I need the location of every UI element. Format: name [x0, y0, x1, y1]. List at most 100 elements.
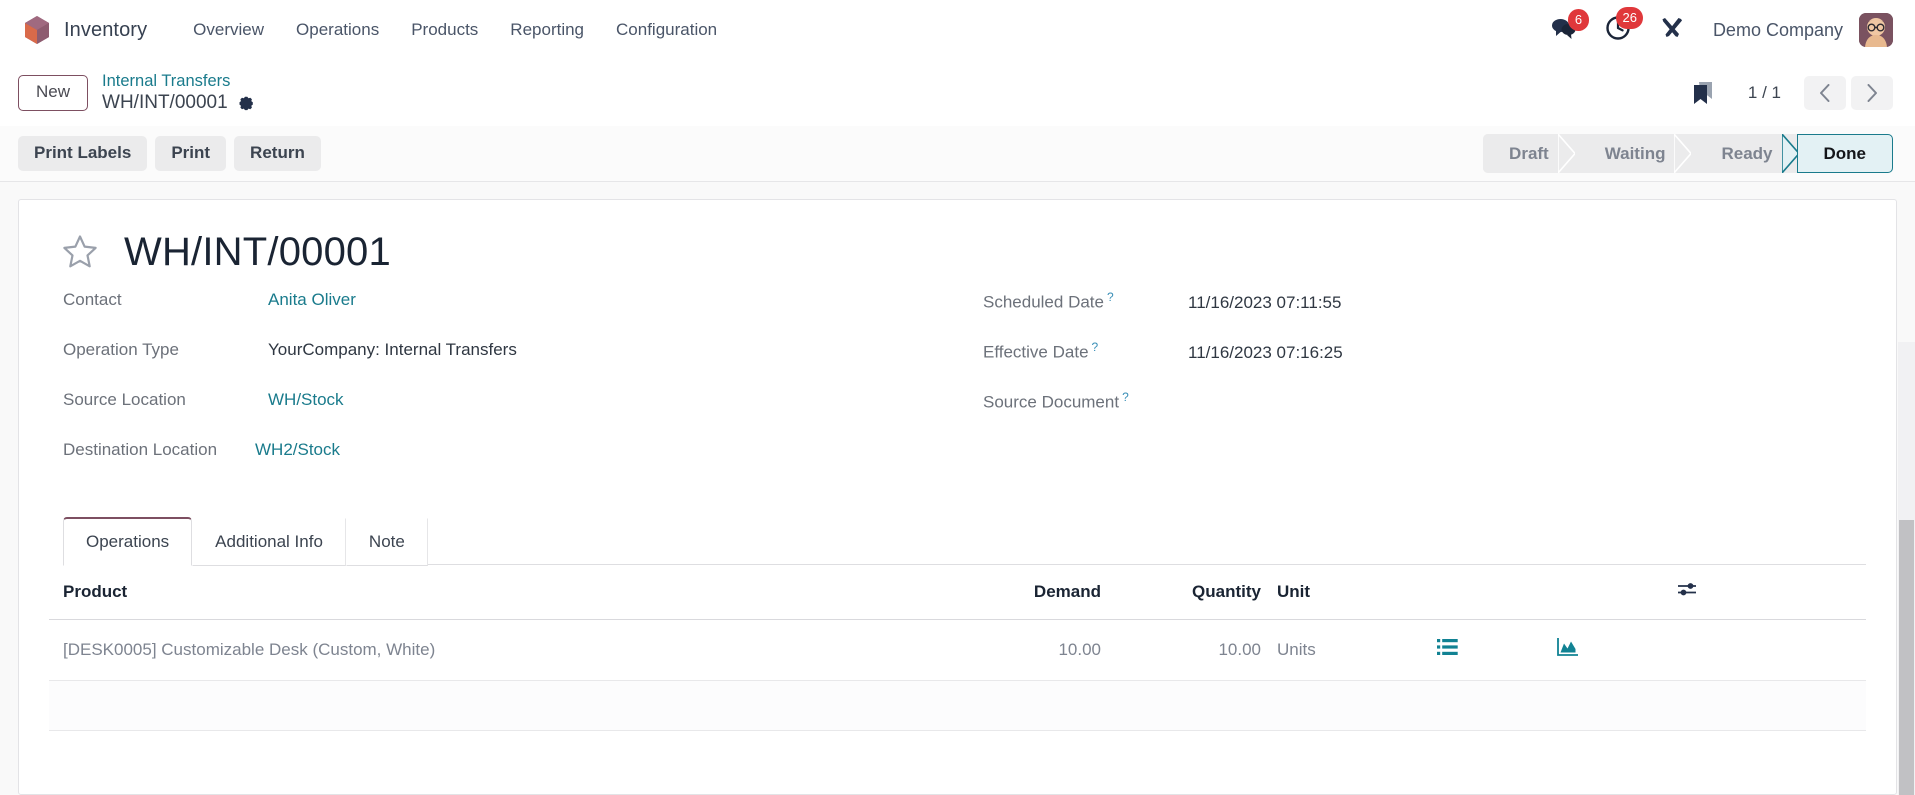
field-effective-date-value[interactable]: 11/16/2023 07:16:25 — [1188, 343, 1343, 363]
form-sheet: WH/INT/00001 Contact Anita Oliver Operat… — [18, 199, 1897, 795]
operations-table: Product Demand Quantity Unit [DESK0005] … — [49, 565, 1866, 731]
breadcrumb: Internal Transfers WH/INT/00001 — [102, 72, 254, 115]
table-empty-row — [49, 680, 1866, 731]
help-tooltip-icon[interactable]: ? — [1122, 390, 1129, 404]
column-header-quantity[interactable]: Quantity — [1109, 565, 1269, 620]
control-panel-actions: Print Labels Print Return Draft Waiting — [0, 126, 1915, 182]
menu-item-reporting[interactable]: Reporting — [494, 14, 600, 46]
vertical-scrollbar[interactable] — [1898, 342, 1915, 795]
return-button[interactable]: Return — [234, 135, 321, 172]
print-button[interactable]: Print — [155, 135, 227, 172]
field-source-document-label: Source Document? — [983, 390, 1188, 413]
form-viewport: WH/INT/00001 Contact Anita Oliver Operat… — [0, 182, 1915, 795]
status-waiting-label: Waiting — [1604, 143, 1666, 163]
form-fields: Contact Anita Oliver Operation Type Your… — [49, 290, 1866, 490]
cell-forecast-report[interactable] — [1549, 619, 1669, 681]
cell-row-end — [1669, 619, 1866, 681]
chevron-right-icon — [1866, 84, 1878, 102]
cell-demand[interactable]: 10.00 — [949, 619, 1109, 681]
field-operation-type-label: Operation Type — [63, 340, 179, 359]
menu-item-operations[interactable]: Operations — [280, 14, 395, 46]
menu-item-configuration[interactable]: Configuration — [600, 14, 733, 46]
control-panel-breadcrumb: New Internal Transfers WH/INT/00001 1 / … — [0, 60, 1915, 126]
breadcrumb-parent-link[interactable]: Internal Transfers — [102, 72, 254, 91]
column-header-unit[interactable]: Unit — [1269, 565, 1429, 620]
notebook-tabs: Operations Additional Info Note — [49, 516, 1866, 566]
list-icon — [1437, 638, 1458, 656]
messages-badge: 6 — [1567, 8, 1589, 31]
field-scheduled-date: Scheduled Date? 11/16/2023 07:11:55 — [983, 290, 1866, 340]
field-destination-location-value[interactable]: WH2/Stock — [255, 440, 340, 460]
status-ready[interactable]: Ready — [1691, 134, 1800, 173]
main-menu: Overview Operations Products Reporting C… — [177, 14, 733, 46]
sliders-icon — [1677, 581, 1697, 597]
help-tooltip-icon[interactable]: ? — [1107, 290, 1114, 304]
cell-unit[interactable]: Units — [1269, 619, 1429, 681]
status-bar: Draft Waiting Ready Done — [1483, 134, 1893, 173]
status-done[interactable]: Done — [1796, 134, 1893, 173]
activities-button[interactable]: 26 — [1591, 6, 1645, 50]
star-outline-icon[interactable] — [61, 233, 99, 271]
breadcrumb-right: 1 / 1 — [1692, 76, 1893, 110]
tools-icon — [1659, 15, 1685, 46]
field-contact: Contact Anita Oliver — [63, 290, 983, 340]
field-source-location: Source Location WH/Stock — [63, 390, 983, 440]
gear-icon[interactable] — [237, 95, 254, 112]
optional-columns-toggle[interactable] — [1669, 565, 1866, 620]
field-destination-location: Destination Location WH2/Stock — [63, 440, 983, 490]
pager-next-button[interactable] — [1851, 76, 1893, 110]
tab-additional-info[interactable]: Additional Info — [192, 518, 346, 566]
scrollbar-thumb[interactable] — [1899, 520, 1914, 795]
status-arrow-icon — [1674, 134, 1693, 173]
company-switcher[interactable]: Demo Company — [1699, 20, 1859, 41]
field-scheduled-date-label: Scheduled Date? — [983, 290, 1188, 313]
status-draft-label: Draft — [1509, 143, 1549, 163]
table-row[interactable]: [DESK0005] Customizable Desk (Custom, Wh… — [49, 619, 1866, 681]
field-scheduled-date-value[interactable]: 11/16/2023 07:11:55 — [1188, 293, 1341, 313]
new-button[interactable]: New — [18, 75, 89, 111]
brand[interactable]: Inventory — [24, 15, 147, 45]
cell-product[interactable]: [DESK0005] Customizable Desk (Custom, Wh… — [49, 619, 949, 681]
user-avatar[interactable] — [1859, 13, 1893, 47]
page-title: WH/INT/00001 — [124, 230, 391, 274]
cell-detail-operations[interactable] — [1429, 619, 1549, 681]
top-navbar: Inventory Overview Operations Products R… — [0, 0, 1915, 60]
help-tooltip-icon[interactable]: ? — [1092, 340, 1099, 354]
status-waiting[interactable]: Waiting — [1574, 134, 1693, 173]
menu-item-overview[interactable]: Overview — [177, 14, 280, 46]
field-source-location-value[interactable]: WH/Stock — [268, 390, 344, 410]
status-ready-label: Ready — [1721, 143, 1773, 163]
field-destination-location-label: Destination Location — [63, 440, 218, 459]
field-contact-label: Contact — [63, 290, 122, 309]
field-contact-value[interactable]: Anita Oliver — [268, 290, 356, 310]
field-scheduled-date-label-text: Scheduled Date — [983, 292, 1104, 312]
field-operation-type: Operation Type YourCompany: Internal Tra… — [63, 340, 983, 390]
bookmark-icon[interactable] — [1692, 81, 1714, 105]
chevron-left-icon — [1819, 84, 1831, 102]
notebook: Operations Additional Info Note Product — [49, 516, 1866, 731]
tabs-filler — [427, 564, 1866, 565]
column-header-forecast — [1549, 565, 1669, 620]
status-done-label: Done — [1823, 143, 1867, 163]
status-draft[interactable]: Draft — [1483, 134, 1576, 173]
tab-note[interactable]: Note — [345, 518, 428, 566]
column-header-demand[interactable]: Demand — [949, 565, 1109, 620]
status-arrow-icon — [1557, 134, 1576, 173]
activities-badge: 26 — [1616, 6, 1643, 29]
field-source-location-label: Source Location — [63, 390, 186, 409]
messages-button[interactable]: 6 — [1537, 8, 1591, 48]
odoo-inventory-app: Inventory Overview Operations Products R… — [0, 0, 1915, 795]
table-empty-cell — [49, 680, 1866, 731]
print-labels-button[interactable]: Print Labels — [18, 135, 148, 172]
cell-quantity[interactable]: 10.00 — [1109, 619, 1269, 681]
tab-operations[interactable]: Operations — [63, 517, 193, 566]
menu-item-products[interactable]: Products — [395, 14, 494, 46]
record-title-row: WH/INT/00001 — [61, 232, 1866, 272]
field-source-document: Source Document? — [983, 390, 1866, 440]
debug-menu-button[interactable] — [1645, 11, 1699, 50]
pager-previous-button[interactable] — [1804, 76, 1846, 110]
form-column-left: Contact Anita Oliver Operation Type Your… — [63, 290, 983, 490]
field-effective-date-label-text: Effective Date — [983, 342, 1089, 362]
column-header-product[interactable]: Product — [49, 565, 949, 620]
field-operation-type-value[interactable]: YourCompany: Internal Transfers — [268, 340, 517, 360]
